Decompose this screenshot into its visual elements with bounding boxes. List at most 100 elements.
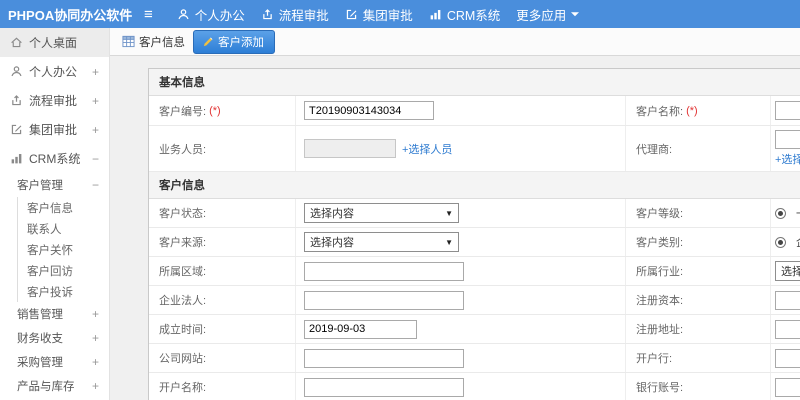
field-label: 客户等级: bbox=[636, 208, 684, 220]
customer-level-label-cell: 客户等级: bbox=[626, 199, 771, 227]
customer-source-field-cell: 选择内容 ▼ bbox=[296, 228, 626, 256]
industry-label-cell: 所属行业: bbox=[626, 257, 771, 285]
sidebar-item-customer-care[interactable]: 客户关怀 bbox=[17, 239, 109, 260]
expand-toggle[interactable]: + bbox=[92, 307, 99, 321]
sales-person-field-cell: +选择人员 bbox=[296, 126, 626, 171]
topbar-nav: 个人办公 流程审批 集团审批 CRM系统 更多应用 bbox=[177, 5, 580, 24]
sidebar-item-product-inventory[interactable]: 产品与库存 + bbox=[0, 374, 109, 398]
account-name-input[interactable] bbox=[304, 377, 464, 397]
sidebar-item-crm-system[interactable]: CRM系统 − bbox=[0, 144, 109, 173]
region-input[interactable] bbox=[304, 261, 464, 281]
sidebar-item-customer-management[interactable]: 客户管理 − bbox=[0, 173, 109, 197]
field-label: 业务人员: bbox=[159, 143, 207, 156]
customer-source-select[interactable]: 选择内容 ▼ bbox=[304, 232, 459, 252]
sidebar-item-label: 联系人 bbox=[27, 223, 62, 236]
expand-toggle[interactable]: − bbox=[92, 178, 99, 192]
form-row: 企业法人: 注册资本: bbox=[149, 286, 800, 315]
form-row: 开户名称: 银行账号: bbox=[149, 373, 800, 400]
bank-branch-field-cell bbox=[771, 344, 800, 372]
caret-down-icon: ▼ bbox=[445, 237, 453, 247]
topbar-item-more-apps[interactable]: 更多应用 bbox=[516, 5, 580, 24]
industry-select[interactable]: 选择内容▼ bbox=[775, 261, 800, 281]
sidebar-item-sales-management[interactable]: 销售管理 + bbox=[0, 302, 109, 326]
registered-address-label-cell: 注册地址: bbox=[626, 315, 771, 343]
founding-date-input[interactable] bbox=[304, 319, 417, 339]
sales-person-input[interactable] bbox=[304, 139, 396, 158]
expand-toggle[interactable]: + bbox=[92, 123, 99, 137]
sidebar-item-personal-office[interactable]: 个人办公 + bbox=[0, 57, 109, 86]
expand-toggle[interactable]: + bbox=[92, 355, 99, 369]
topbar-item-workflow-approval[interactable]: 流程审批 bbox=[261, 5, 329, 24]
radio-label: 企业 bbox=[796, 234, 800, 250]
sidebar-item-label: 个人办公 bbox=[29, 65, 78, 79]
tab-customer-info[interactable]: 客户信息 bbox=[122, 34, 185, 50]
form-row: 客户来源: 选择内容 ▼ 客户类别: 企业 bbox=[149, 228, 800, 257]
tab-customer-add[interactable]: 客户添加 bbox=[193, 29, 275, 54]
expand-toggle[interactable]: + bbox=[92, 379, 99, 393]
sidebar-item-customer-complaint[interactable]: 客户投诉 bbox=[17, 281, 109, 302]
field-label: 注册地址: bbox=[636, 324, 684, 336]
bank-branch-label-cell: 开户行: bbox=[626, 344, 771, 372]
sidebar-item-contacts[interactable]: 联系人 bbox=[17, 218, 109, 239]
field-label: 客户来源: bbox=[159, 237, 207, 249]
expand-toggle[interactable]: − bbox=[92, 152, 99, 166]
edit-icon bbox=[345, 8, 358, 21]
topbar-item-label: CRM系统 bbox=[446, 8, 501, 23]
sidebar-item-customer-visit[interactable]: 客户回访 bbox=[17, 260, 109, 281]
bank-account-input[interactable] bbox=[775, 377, 800, 397]
field-label: 客户状态: bbox=[159, 208, 207, 220]
customer-name-input[interactable] bbox=[775, 101, 800, 120]
sidebar-item-group-approval[interactable]: 集团审批 + bbox=[0, 115, 109, 144]
topbar: PHPOA协同办公软件 ≡ 个人办公 流程审批 集团审批 CRM系统 更多应用 bbox=[0, 0, 800, 28]
customer-category-field-cell: 企业 bbox=[771, 228, 800, 256]
field-label: 银行账号: bbox=[636, 382, 684, 394]
sidebar-item-customer-info[interactable]: 客户信息 bbox=[17, 197, 109, 218]
section-rows: 客户编号:(*)客户名称:(*)业务人员:+选择人员代理商:+选择代理商 bbox=[149, 96, 800, 172]
field-label: 开户行: bbox=[636, 353, 673, 365]
agent-picker-link[interactable]: +选择代理商 bbox=[775, 151, 800, 167]
sidebar-item-label: 客户信息 bbox=[27, 202, 73, 215]
sidebar: 个人桌面 个人办公 + 流程审批 + 集团审批 + CRM系统 − 客户管理 − 客户信息 联系人 客户关… bbox=[0, 28, 110, 400]
sidebar-item-personal-desktop[interactable]: 个人桌面 bbox=[0, 28, 109, 57]
topbar-item-crm-system[interactable]: CRM系统 bbox=[429, 5, 500, 24]
sidebar-item-purchase-management[interactable]: 采购管理 + bbox=[0, 350, 109, 374]
registered-capital-input[interactable] bbox=[775, 290, 800, 310]
expand-toggle[interactable]: + bbox=[92, 94, 99, 108]
founding-date-label-cell: 成立时间: bbox=[149, 315, 296, 343]
topbar-item-group-approval[interactable]: 集团审批 bbox=[345, 5, 413, 24]
caret-down-icon bbox=[571, 10, 580, 18]
customer-level-radio[interactable] bbox=[775, 207, 786, 219]
tab-label: 客户信息 bbox=[139, 36, 185, 49]
customer-status-select[interactable]: 选择内容 ▼ bbox=[304, 203, 459, 223]
field-label: 代理商: bbox=[636, 143, 673, 156]
region-field-cell bbox=[296, 257, 626, 285]
topbar-item-label: 流程审批 bbox=[278, 8, 329, 23]
agent-input[interactable] bbox=[775, 130, 800, 149]
tab-label: 客户添加 bbox=[218, 36, 264, 49]
customer-code-input[interactable] bbox=[304, 101, 434, 120]
expand-toggle[interactable]: + bbox=[92, 65, 99, 79]
person-icon bbox=[177, 8, 190, 21]
person-icon bbox=[10, 65, 23, 78]
field-label: 所属区域: bbox=[159, 266, 207, 278]
registered-address-input[interactable] bbox=[775, 319, 800, 339]
pencil-icon bbox=[202, 36, 214, 48]
caret-down-icon: ▼ bbox=[445, 208, 453, 218]
legal-person-input[interactable] bbox=[304, 290, 464, 310]
expand-toggle[interactable]: + bbox=[92, 331, 99, 345]
bank-branch-input[interactable] bbox=[775, 348, 800, 368]
company-website-label-cell: 公司网站: bbox=[149, 344, 296, 372]
radio-dot bbox=[778, 210, 783, 216]
topbar-item-personal-office[interactable]: 个人办公 bbox=[177, 5, 245, 24]
sales-person-picker-link[interactable]: +选择人员 bbox=[402, 141, 452, 157]
field-label: 所属行业: bbox=[636, 266, 684, 278]
customer-category-label-cell: 客户类别: bbox=[626, 228, 771, 256]
customer-level-field-cell: 一星 bbox=[771, 199, 800, 227]
sidebar-item-label: 流程审批 bbox=[29, 94, 78, 108]
sidebar-item-finance[interactable]: 财务收支 + bbox=[0, 326, 109, 350]
menu-toggle-icon[interactable]: ≡ bbox=[144, 7, 153, 22]
customer-category-radio[interactable] bbox=[775, 236, 786, 248]
company-website-input[interactable] bbox=[304, 348, 464, 368]
bank-account-field-cell bbox=[771, 373, 800, 400]
sidebar-item-workflow-approval[interactable]: 流程审批 + bbox=[0, 86, 109, 115]
